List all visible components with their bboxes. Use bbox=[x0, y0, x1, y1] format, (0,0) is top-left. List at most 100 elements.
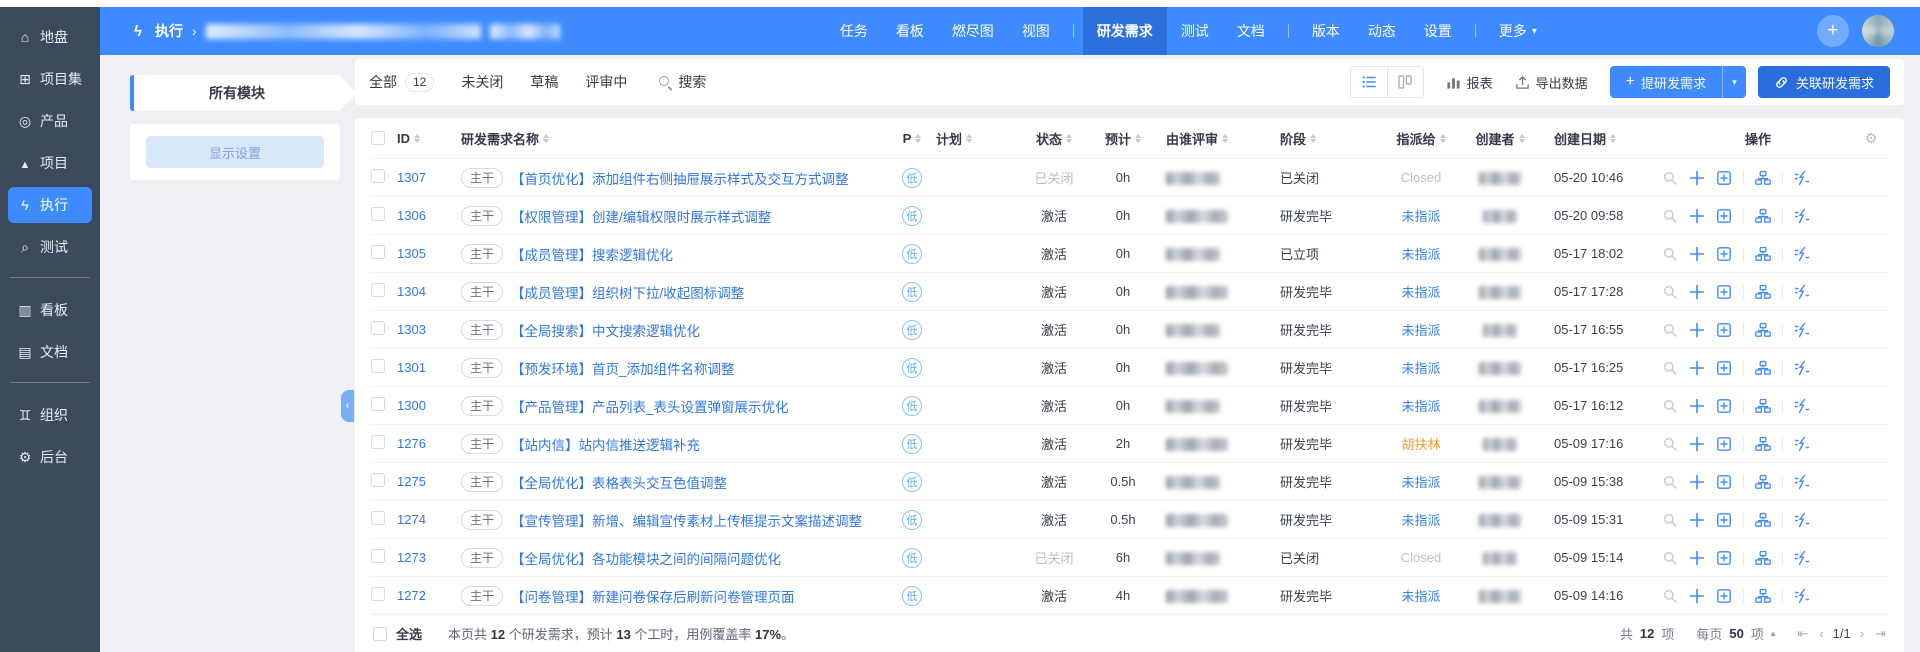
breadcrumb-app-label[interactable]: 执行 bbox=[155, 21, 183, 41]
filter-tab[interactable]: 草稿 bbox=[530, 72, 558, 92]
prev-page-icon[interactable]: ‹ bbox=[1817, 626, 1825, 641]
create-requirement-dropdown[interactable]: ▾ bbox=[1721, 66, 1746, 98]
row-checkbox[interactable] bbox=[371, 359, 385, 373]
preview-op-icon[interactable] bbox=[1662, 284, 1678, 300]
create-subtask-op-icon[interactable] bbox=[1716, 550, 1732, 566]
requirement-title[interactable]: 【问卷管理】新建问卷保存后刷新问卷管理页面 bbox=[511, 586, 795, 606]
requirement-title[interactable]: 【站内信】站内信推送逻辑补充 bbox=[511, 434, 700, 454]
org-chart-op-icon[interactable] bbox=[1755, 436, 1771, 452]
sort-icon[interactable] bbox=[414, 133, 420, 143]
requirement-id[interactable]: 1274 bbox=[397, 512, 461, 527]
row-checkbox[interactable] bbox=[371, 511, 385, 525]
create-requirement-button[interactable]: + 提研发需求 bbox=[1609, 66, 1722, 98]
org-chart-op-icon[interactable] bbox=[1755, 550, 1771, 566]
list-view-button[interactable] bbox=[1350, 67, 1387, 97]
split-op-icon[interactable] bbox=[1794, 398, 1810, 414]
requirement-id[interactable]: 1301 bbox=[397, 360, 461, 375]
assignee-link[interactable]: 胡扶林 bbox=[1382, 434, 1460, 453]
collapse-panel-handle[interactable]: ‹ bbox=[341, 390, 354, 422]
split-op-icon[interactable] bbox=[1794, 322, 1810, 338]
requirement-title[interactable]: 【全局优化】表格表头交互色值调整 bbox=[511, 472, 727, 492]
select-all-checkbox[interactable] bbox=[373, 626, 387, 641]
add-op-icon[interactable] bbox=[1689, 588, 1705, 604]
org-chart-op-icon[interactable] bbox=[1755, 588, 1771, 604]
create-subtask-op-icon[interactable] bbox=[1716, 474, 1732, 490]
select-all-control[interactable]: 全选 bbox=[373, 624, 422, 643]
user-avatar[interactable] bbox=[1861, 15, 1894, 47]
requirement-id[interactable]: 1307 bbox=[397, 170, 461, 185]
requirement-id[interactable]: 1303 bbox=[397, 322, 461, 337]
sidebar-item[interactable]: 后台 bbox=[8, 439, 92, 475]
add-op-icon[interactable] bbox=[1689, 246, 1705, 262]
split-op-icon[interactable] bbox=[1794, 588, 1810, 604]
sort-icon[interactable] bbox=[1066, 133, 1072, 143]
last-page-icon[interactable]: ⇥ bbox=[1873, 626, 1888, 642]
next-page-icon[interactable]: › bbox=[1858, 626, 1866, 641]
sort-icon[interactable] bbox=[1610, 133, 1617, 143]
preview-op-icon[interactable] bbox=[1662, 550, 1678, 566]
requirement-id[interactable]: 1300 bbox=[397, 398, 461, 413]
org-chart-op-icon[interactable] bbox=[1755, 170, 1771, 186]
create-subtask-op-icon[interactable] bbox=[1716, 246, 1732, 262]
assignee-link[interactable]: 未指派 bbox=[1382, 396, 1460, 415]
org-chart-op-icon[interactable] bbox=[1755, 284, 1771, 300]
requirement-id[interactable]: 1305 bbox=[397, 246, 461, 261]
top-nav-item[interactable]: 任务 bbox=[826, 7, 882, 55]
assignee-link[interactable]: 未指派 bbox=[1382, 358, 1460, 377]
preview-op-icon[interactable] bbox=[1662, 322, 1678, 338]
create-subtask-op-icon[interactable] bbox=[1716, 588, 1732, 604]
split-op-icon[interactable] bbox=[1794, 284, 1810, 300]
sidebar-item[interactable]: 执行 bbox=[8, 187, 92, 223]
split-op-icon[interactable] bbox=[1794, 436, 1810, 452]
assignee-link[interactable]: 未指派 bbox=[1382, 206, 1460, 225]
requirement-title[interactable]: 【宣传管理】新增、编辑宣传素材上传框提示文案描述调整 bbox=[511, 510, 862, 530]
preview-op-icon[interactable] bbox=[1662, 170, 1678, 186]
sort-icon[interactable] bbox=[1135, 133, 1141, 143]
link-requirement-button[interactable]: 关联研发需求 bbox=[1757, 66, 1890, 98]
top-nav-item[interactable]: 更多 ▾ bbox=[1485, 7, 1551, 55]
row-checkbox[interactable] bbox=[371, 169, 385, 183]
org-chart-op-icon[interactable] bbox=[1755, 322, 1771, 338]
add-op-icon[interactable] bbox=[1689, 512, 1705, 528]
row-checkbox[interactable] bbox=[371, 321, 385, 335]
row-checkbox[interactable] bbox=[371, 283, 385, 297]
create-subtask-op-icon[interactable] bbox=[1716, 322, 1732, 338]
add-op-icon[interactable] bbox=[1689, 474, 1705, 490]
sort-icon[interactable] bbox=[1518, 133, 1525, 143]
requirement-id[interactable]: 1306 bbox=[397, 208, 461, 223]
filter-tab[interactable]: 未关闭 bbox=[461, 72, 503, 92]
top-nav-item[interactable]: 设置 bbox=[1410, 7, 1466, 55]
add-op-icon[interactable] bbox=[1689, 436, 1705, 452]
per-page-count[interactable]: 50 bbox=[1729, 626, 1743, 641]
export-button[interactable]: 导出数据 bbox=[1515, 73, 1588, 92]
row-checkbox[interactable] bbox=[371, 245, 385, 259]
split-op-icon[interactable] bbox=[1794, 512, 1810, 528]
add-op-icon[interactable] bbox=[1689, 284, 1705, 300]
org-chart-op-icon[interactable] bbox=[1755, 398, 1771, 414]
row-checkbox[interactable] bbox=[371, 549, 385, 563]
create-subtask-op-icon[interactable] bbox=[1716, 284, 1732, 300]
sidebar-item[interactable]: 项目集 bbox=[8, 61, 92, 97]
sidebar-item[interactable]: 产品 bbox=[8, 103, 92, 139]
assignee-link[interactable]: 未指派 bbox=[1382, 320, 1460, 339]
sort-icon[interactable] bbox=[1222, 133, 1229, 143]
split-op-icon[interactable] bbox=[1794, 170, 1810, 186]
create-subtask-op-icon[interactable] bbox=[1716, 436, 1732, 452]
split-op-icon[interactable] bbox=[1794, 246, 1810, 262]
requirement-title[interactable]: 【全局优化】各功能模块之间的间隔问题优化 bbox=[511, 548, 781, 568]
assignee-link[interactable]: 未指派 bbox=[1382, 586, 1460, 605]
requirement-title[interactable]: 【成员管理】组织树下拉/收起图标调整 bbox=[511, 282, 744, 302]
top-nav-item[interactable]: 燃尽图 bbox=[938, 7, 1008, 55]
top-nav-item[interactable]: 视图 bbox=[1008, 7, 1064, 55]
requirement-title[interactable]: 【全局搜索】中文搜索逻辑优化 bbox=[511, 320, 700, 340]
column-settings-icon[interactable]: ⚙ bbox=[1854, 130, 1888, 147]
add-op-icon[interactable] bbox=[1689, 322, 1705, 338]
top-nav-item[interactable]: 测试 bbox=[1167, 7, 1223, 55]
create-subtask-op-icon[interactable] bbox=[1716, 360, 1732, 376]
assignee-link[interactable]: 未指派 bbox=[1382, 510, 1460, 529]
display-settings-button[interactable]: 显示设置 bbox=[146, 136, 324, 168]
row-checkbox[interactable] bbox=[371, 397, 385, 411]
row-checkbox[interactable] bbox=[371, 473, 385, 487]
org-chart-op-icon[interactable] bbox=[1755, 208, 1771, 224]
split-op-icon[interactable] bbox=[1794, 474, 1810, 490]
